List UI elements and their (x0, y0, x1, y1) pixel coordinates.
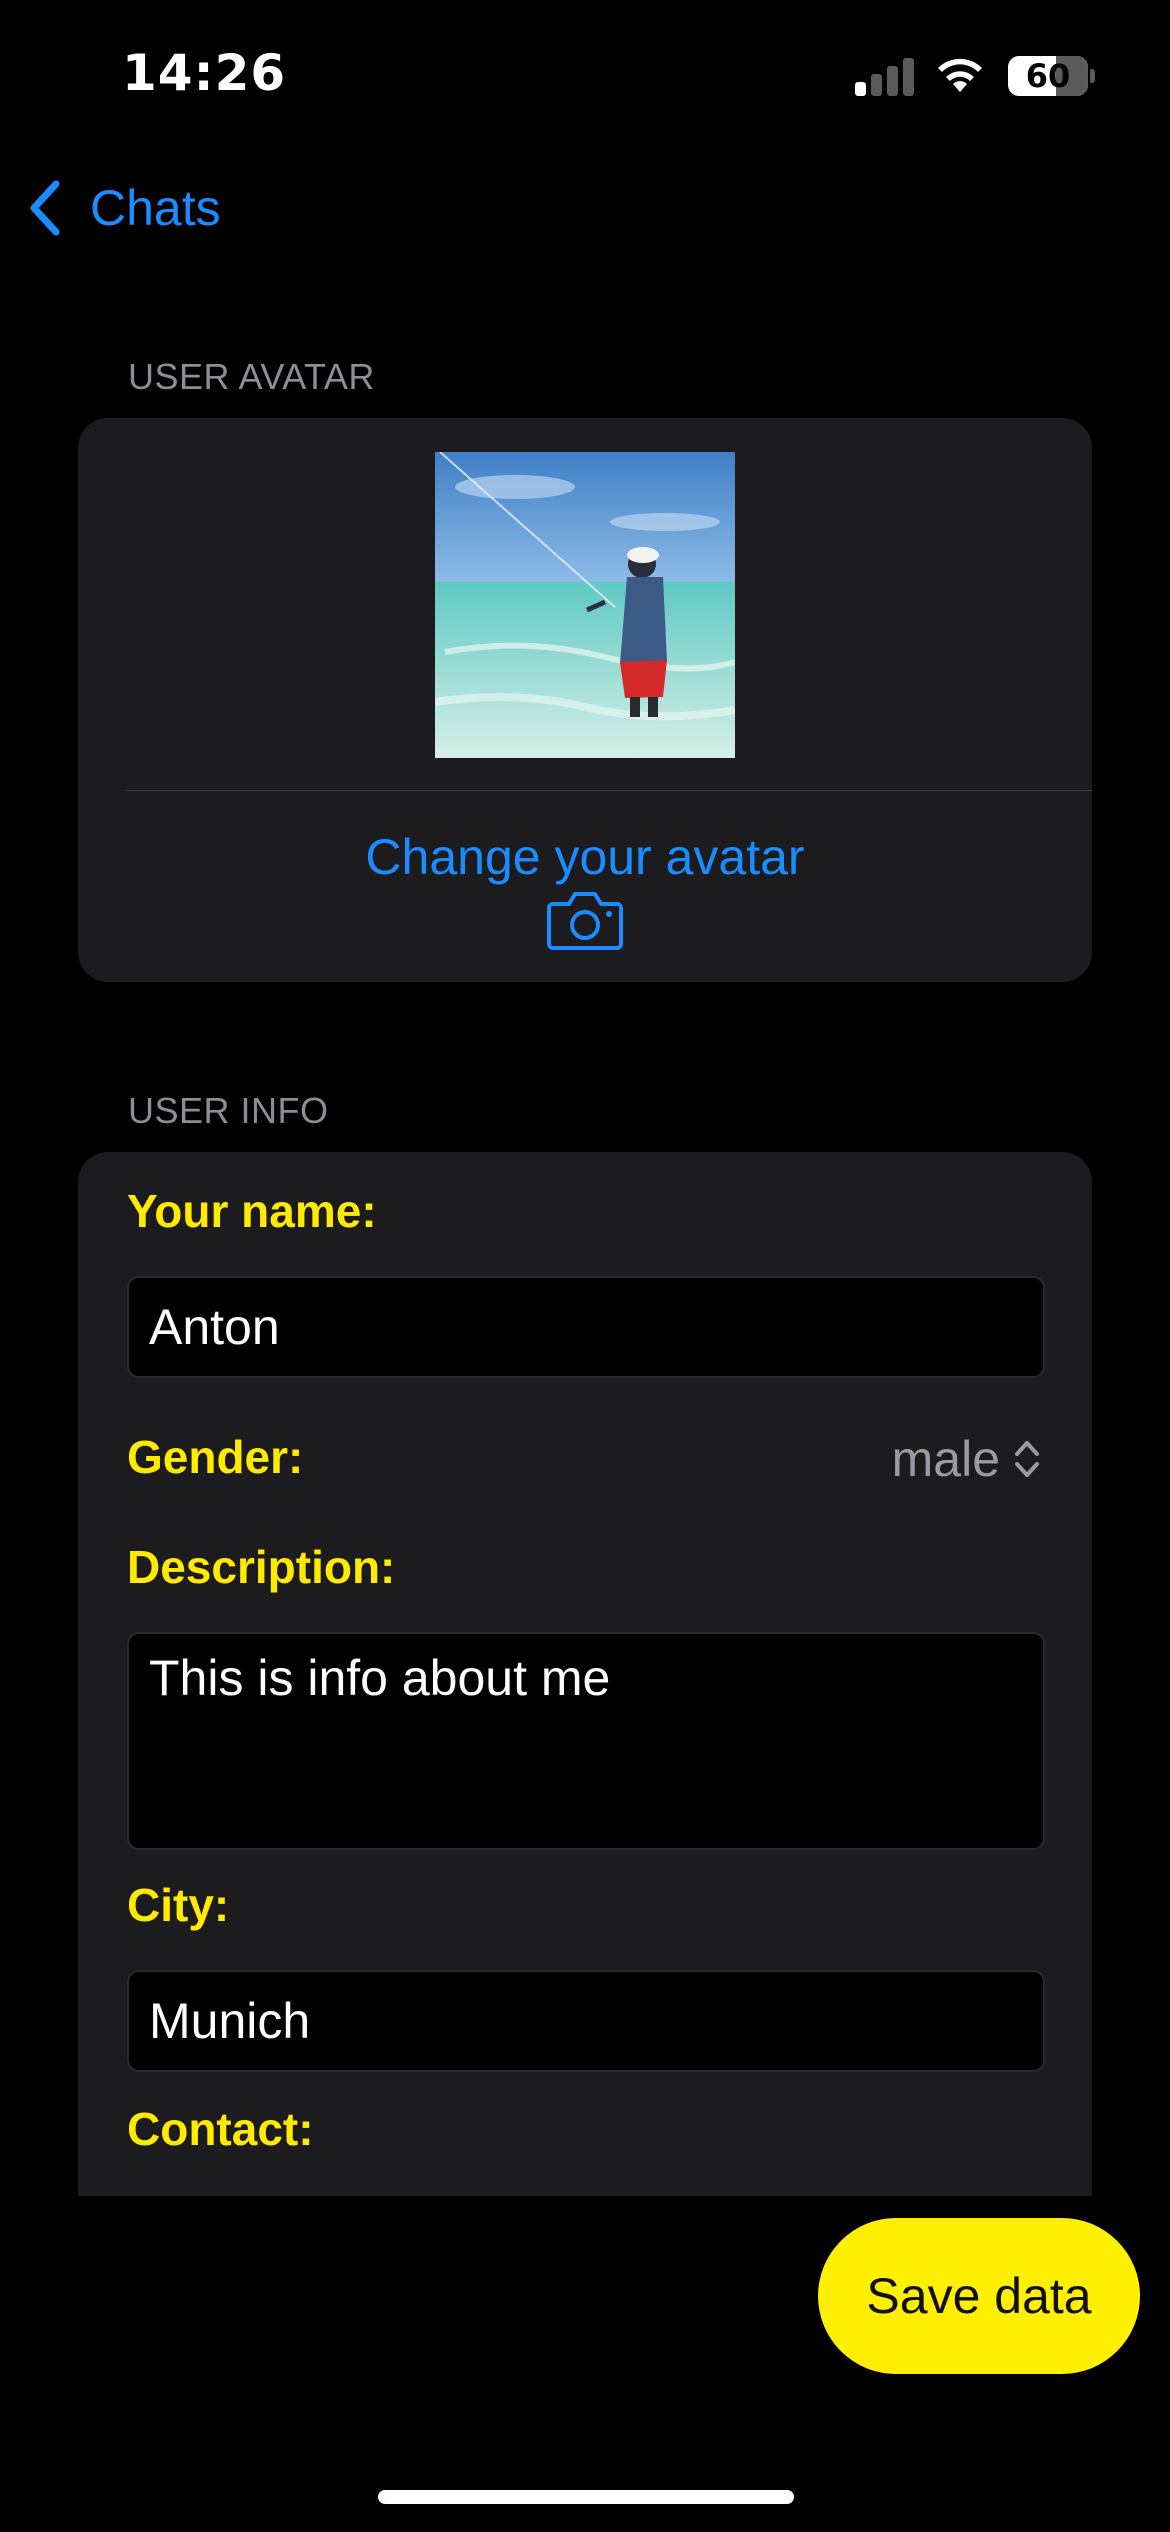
gender-value: male (891, 1431, 1000, 1487)
city-label: City: (127, 1879, 230, 1931)
user-info-card: Your name: Anton Gender: male Descriptio… (78, 1152, 1092, 2196)
battery-level: 60 (1025, 57, 1071, 95)
info-section-header: USER INFO (128, 1090, 329, 1131)
signal-icon (855, 58, 915, 96)
description-field[interactable]: This is info about me (127, 1632, 1045, 1850)
status-time: 14:26 (122, 44, 287, 102)
profile-screen: 14:26 60 Chats USER AVATAR Change your a… (0, 0, 1170, 2532)
wifi-icon (938, 58, 982, 92)
avatar-card: Change your avatar (78, 418, 1092, 982)
description-label: Description: (127, 1541, 396, 1593)
avatar-section-header: USER AVATAR (128, 356, 375, 397)
gender-label: Gender: (127, 1431, 304, 1483)
back-button[interactable]: Chats (24, 176, 221, 240)
gender-picker[interactable]: male (892, 1430, 1042, 1488)
save-data-button[interactable]: Save data (818, 2218, 1140, 2374)
change-avatar-button[interactable]: Change your avatar (78, 828, 1092, 886)
avatar-divider (126, 790, 1092, 791)
name-field[interactable]: Anton (127, 1276, 1045, 1378)
contact-label: Contact: (127, 2103, 314, 2155)
home-indicator[interactable] (378, 2490, 794, 2504)
up-down-chevron-icon (1015, 1441, 1039, 1477)
avatar-image[interactable] (435, 452, 735, 758)
battery-tip (1090, 69, 1095, 83)
camera-icon[interactable] (547, 888, 623, 950)
chevron-left-icon (30, 180, 60, 236)
city-field[interactable]: Munich (127, 1970, 1045, 2072)
back-label: Chats (90, 180, 221, 236)
name-label: Your name: (127, 1185, 377, 1237)
battery-icon: 60 (1008, 56, 1088, 96)
